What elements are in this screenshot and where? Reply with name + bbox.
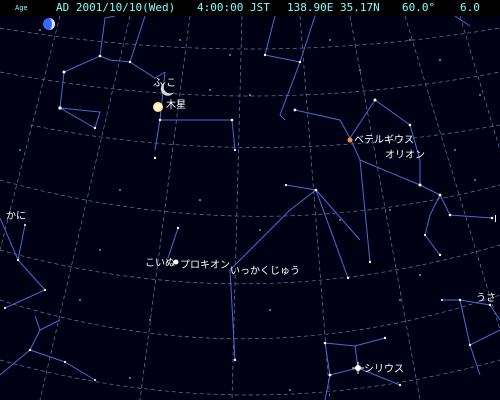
- label-ikkakujuu: いっかくじゅう: [230, 265, 300, 277]
- label-kani: かに: [6, 210, 26, 222]
- coordinate-grid: [0, 16, 500, 400]
- constellation-lines: [0, 16, 500, 400]
- sirius-marker[interactable]: [352, 362, 364, 374]
- label-koinu: こいぬ: [145, 257, 175, 269]
- time-readout: 4:00:00 JST: [197, 1, 270, 14]
- location-readout: 138.90E 35.17N: [287, 1, 380, 14]
- label-procyon: プロキオン: [180, 259, 230, 271]
- star-map[interactable]: ふ こ 木星 ベテルギウス オリオン かに こいぬ プロキオン いっかくじゅう …: [0, 16, 500, 400]
- jupiter-marker[interactable]: [153, 102, 163, 112]
- mag-limit-readout: 6.0: [460, 1, 480, 14]
- label-jupiter: 木星: [166, 99, 186, 111]
- status-bar: Age AD 2001/10/10(Wed) 4:00:00 JST 138.9…: [0, 0, 500, 30]
- label-betelgeuse: ベテルギウス: [354, 134, 414, 146]
- fov-readout: 60.0°: [402, 1, 436, 14]
- planetarium-window: Age AD 2001/10/10(Wed) 4:00:00 JST 138.9…: [0, 0, 500, 400]
- moon-age-label: Age: [15, 4, 28, 12]
- label-orion: オリオン: [385, 149, 425, 161]
- date-readout: AD 2001/10/10(Wed): [56, 1, 176, 14]
- label-edge-right: I: [494, 214, 497, 225]
- betelgeuse-marker[interactable]: [347, 137, 353, 143]
- stars: [3, 29, 494, 391]
- label-usagi: うさ: [476, 292, 496, 304]
- label-fune: ふ こ: [153, 77, 176, 89]
- label-sirius: シリウス: [364, 363, 404, 375]
